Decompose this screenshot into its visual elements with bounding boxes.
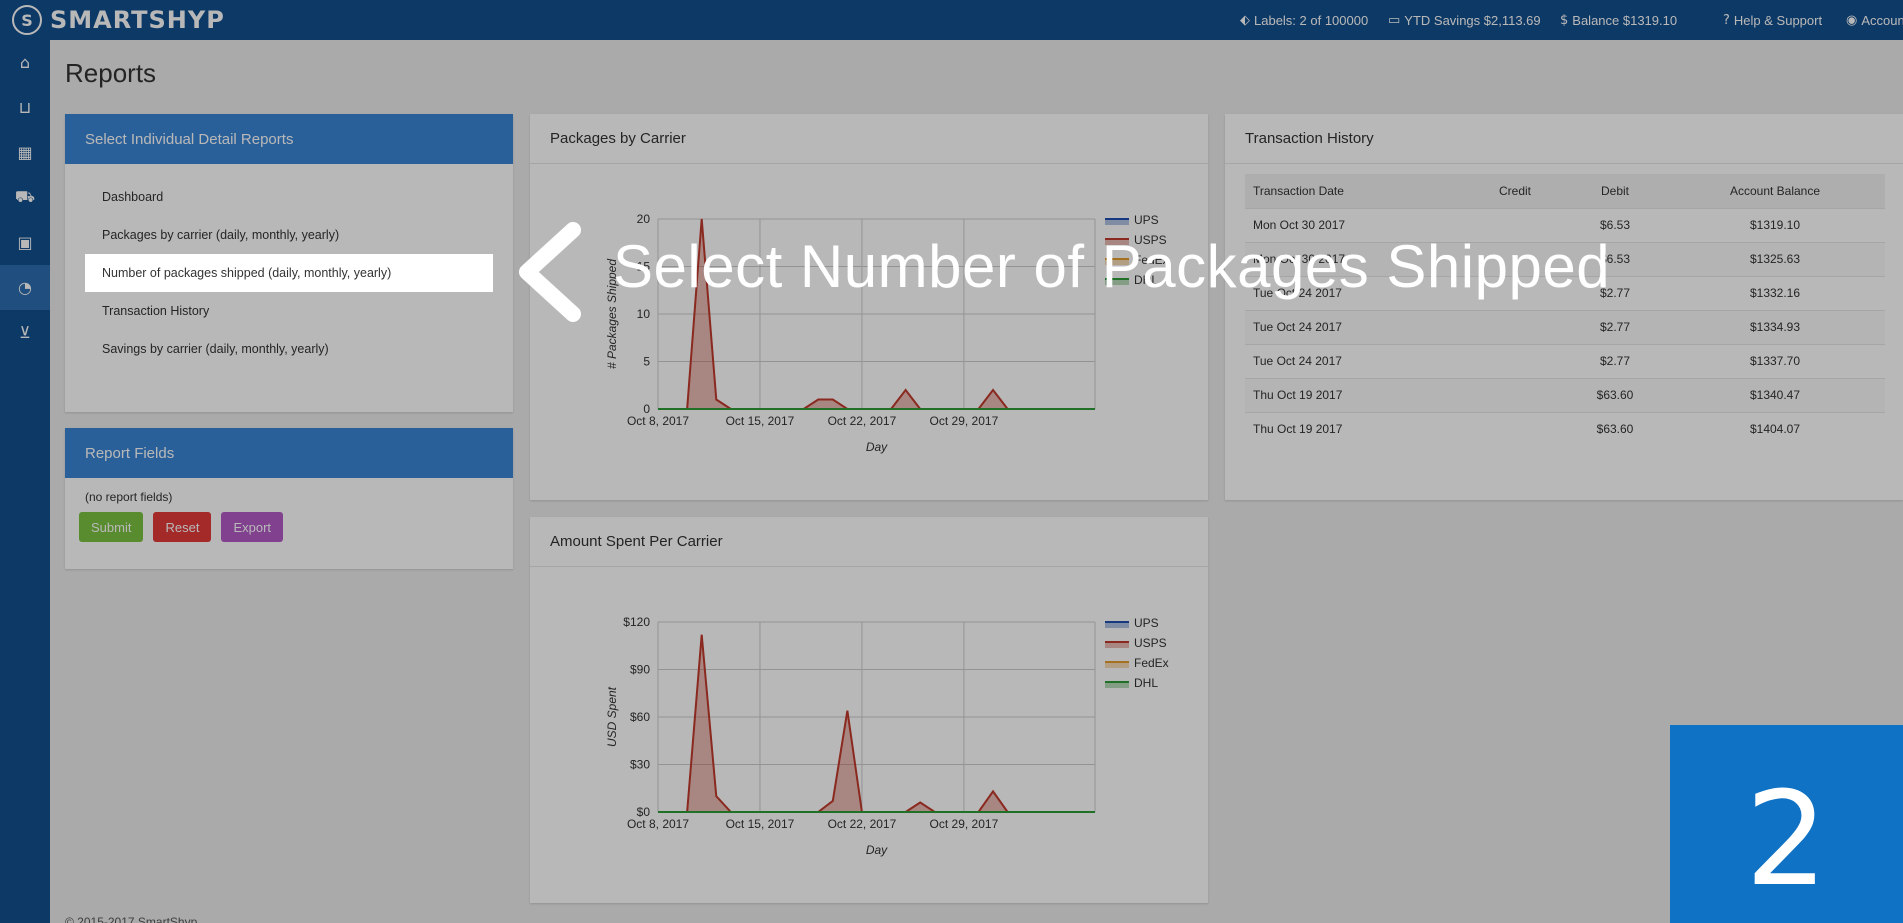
report-item-number-of-packages-shipped[interactable]: Number of packages shipped (daily, month… — [85, 254, 493, 292]
tutorial-overlay — [0, 0, 1903, 923]
step-number-badge: 2 — [1670, 725, 1903, 923]
tutorial-caption: Select Number of Packages Shipped — [613, 233, 1611, 300]
chevron-left-icon — [519, 222, 581, 322]
